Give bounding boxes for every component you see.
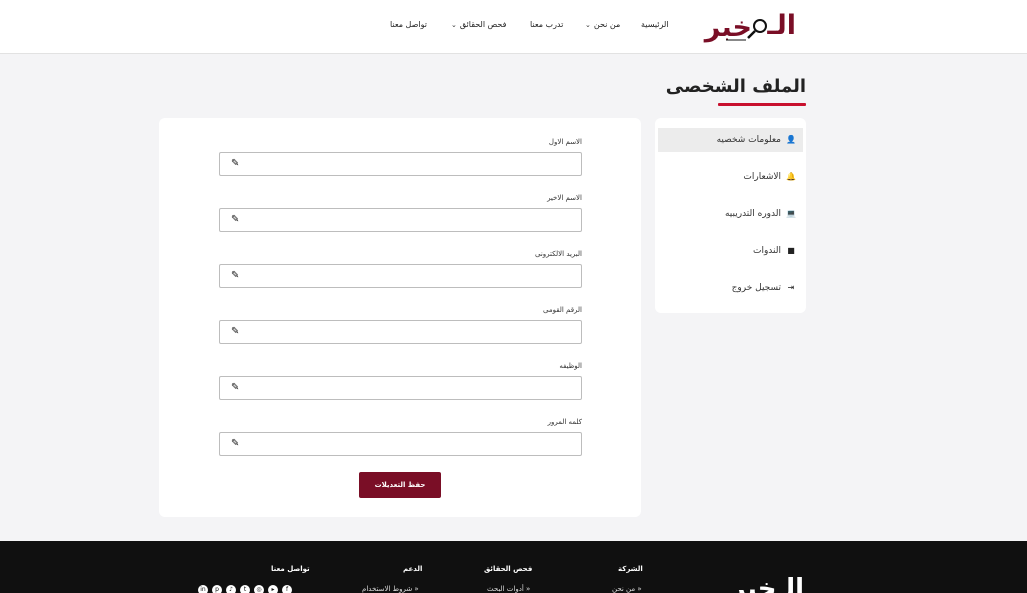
menu-item-personal-info[interactable]: 👤معلومات شخصيه — [658, 128, 803, 152]
site-header: الـ خبر الرئيسية من نحن⌄ تدرب معنا فحص ا… — [0, 0, 1027, 54]
footer-link-research-tools[interactable]: « أدوات البحث — [487, 585, 530, 593]
page-title: الملف الشخصى — [665, 76, 806, 97]
site-footer: الشركة فحص الحقائق الدعم تواصل معنا « من… — [0, 541, 1027, 593]
twitter-icon[interactable]: t — [240, 585, 250, 593]
svg-text:خبر: خبر — [703, 12, 752, 43]
pencil-icon: ✎ — [231, 214, 240, 225]
nav-home[interactable]: الرئيسية — [641, 20, 669, 34]
facebook-icon[interactable]: f — [282, 585, 292, 593]
chevron-down-icon: ⌄ — [585, 21, 591, 29]
password-field[interactable]: ✎ — [219, 432, 582, 456]
footer-heading-support: الدعم — [403, 565, 423, 573]
email-label: البريد الالكترونى — [535, 250, 582, 258]
nav-about[interactable]: من نحن⌄ — [585, 20, 620, 34]
pinterest-icon[interactable]: p — [212, 585, 222, 593]
video-icon: ■ — [787, 246, 795, 255]
menu-item-logout[interactable]: ⇥تسجيل خروج — [658, 276, 803, 300]
title-underline — [718, 103, 806, 106]
svg-text:الـخبر: الـخبر — [729, 574, 804, 593]
pencil-icon: ✎ — [231, 326, 240, 337]
nav-contact[interactable]: تواصل معنا — [390, 20, 427, 34]
site-logo[interactable]: الـ خبر — [696, 6, 800, 44]
chevron-down-icon: ⌄ — [451, 21, 457, 29]
laptop-icon: 💻 — [786, 209, 796, 218]
pencil-icon: ✎ — [231, 270, 240, 281]
last-name-field[interactable]: ✎ — [219, 208, 582, 232]
job-label: الوظيفه — [559, 362, 582, 370]
last-name-label: الاسم الاخير — [547, 194, 582, 202]
footer-logo[interactable]: الـخبر — [706, 569, 806, 593]
pencil-icon: ✎ — [231, 382, 240, 393]
menu-item-notifications[interactable]: 🔔الاشعارات — [658, 165, 803, 189]
national-id-field[interactable]: ✎ — [219, 320, 582, 344]
first-name-label: الاسم الاول — [548, 138, 582, 146]
profile-form: الاسم الاول ✎ الاسم الاخير ✎ البريد الال… — [159, 118, 641, 517]
password-label: كلمه المرور — [547, 418, 582, 426]
bell-icon: 🔔 — [786, 172, 796, 181]
linkedin-icon[interactable]: in — [198, 585, 208, 593]
save-changes-button[interactable]: حفظ التعديلات — [359, 472, 441, 498]
pencil-icon: ✎ — [231, 158, 240, 169]
youtube-icon[interactable]: ▸ — [268, 585, 278, 593]
user-icon: 👤 — [786, 135, 796, 144]
footer-heading-factcheck: فحص الحقائق — [484, 565, 533, 573]
footer-heading-company: الشركة — [618, 565, 643, 573]
footer-link-about[interactable]: « من نحن — [612, 585, 642, 593]
menu-item-seminars[interactable]: ■الندوات — [658, 239, 803, 263]
menu-item-training-course[interactable]: 💻الدوره التدريبيه — [658, 202, 803, 226]
first-name-field[interactable]: ✎ — [219, 152, 582, 176]
profile-side-menu: 👤معلومات شخصيه 🔔الاشعارات 💻الدوره التدري… — [655, 118, 806, 313]
footer-link-terms[interactable]: « شروط الاستخدام — [362, 585, 419, 593]
logout-icon: ⇥ — [787, 283, 795, 292]
instagram-icon[interactable]: ◎ — [254, 585, 264, 593]
job-field[interactable]: ✎ — [219, 376, 582, 400]
svg-text:الـ: الـ — [766, 10, 796, 41]
social-links: in p ♪ t ◎ ▸ f — [198, 585, 296, 593]
footer-heading-contact: تواصل معنا — [271, 565, 310, 573]
nav-train[interactable]: تدرب معنا — [530, 20, 563, 34]
nav-factcheck[interactable]: فحص الحقائق⌄ — [451, 20, 506, 34]
pencil-icon: ✎ — [231, 438, 240, 449]
tiktok-icon[interactable]: ♪ — [226, 585, 236, 593]
national-id-label: الرقم القومى — [543, 306, 582, 314]
email-field[interactable]: ✎ — [219, 264, 582, 288]
